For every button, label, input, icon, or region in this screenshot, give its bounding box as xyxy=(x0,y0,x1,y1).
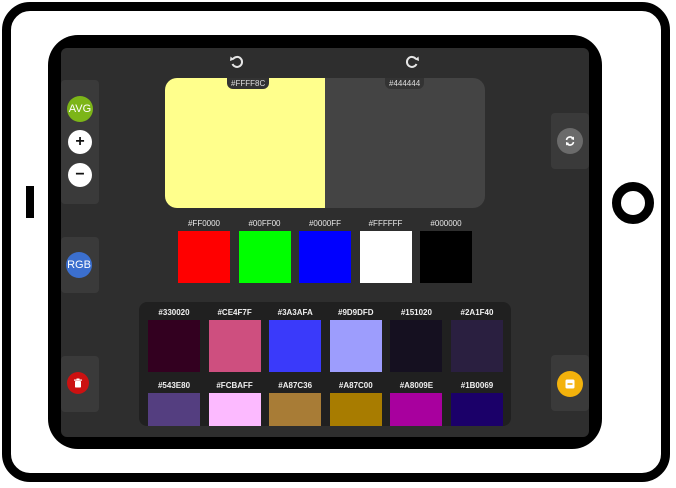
palette-swatch[interactable] xyxy=(208,320,261,372)
zoom-panel: AVG + − xyxy=(61,80,99,204)
mode-panel: RGB xyxy=(61,237,99,293)
primary-swatch[interactable] xyxy=(178,231,230,283)
minus-square-icon xyxy=(565,379,575,389)
refresh-icon xyxy=(565,136,575,146)
minus-button[interactable]: − xyxy=(68,163,92,187)
primary-swatch-label: #000000 xyxy=(430,219,462,228)
palette-swatch-label: #2A1F40 xyxy=(460,308,494,317)
redo-icon[interactable] xyxy=(404,54,420,70)
palette-swatch-label: #FCBAFF xyxy=(216,381,253,390)
collapse-panel xyxy=(551,355,589,411)
palette-swatch-label: #330020 xyxy=(158,308,190,317)
palette-swatch-label: #1B0069 xyxy=(460,381,494,390)
trash-icon xyxy=(74,378,82,388)
undo-icon[interactable] xyxy=(229,54,245,70)
palette-swatch-label: #A87C36 xyxy=(278,381,313,390)
selected-color-hex: #FFFF8C xyxy=(227,78,270,89)
palette-swatch[interactable] xyxy=(329,393,382,426)
collapse-button[interactable] xyxy=(557,371,583,397)
palette-swatch-label: #3A3AFA xyxy=(277,308,313,317)
palette-swatch[interactable] xyxy=(269,393,322,426)
avg-button[interactable]: AVG xyxy=(67,96,93,122)
palette-swatch-label: #A87C00 xyxy=(338,381,373,390)
selected-color[interactable] xyxy=(165,78,325,208)
swap-button[interactable] xyxy=(557,128,583,154)
palette-swatch[interactable] xyxy=(208,393,261,426)
palette-swatch[interactable] xyxy=(148,393,200,426)
primary-swatch[interactable] xyxy=(299,231,351,283)
palette-swatch-label: #543E80 xyxy=(157,381,191,390)
palette-swatch-label: #151020 xyxy=(400,308,432,317)
primary-swatch[interactable] xyxy=(420,231,472,283)
palette-swatch[interactable] xyxy=(148,320,200,372)
side-button xyxy=(26,186,34,218)
color-comparison: #FFFF8C #444444 xyxy=(165,78,485,208)
palette-swatch-label: #A8009E xyxy=(399,381,434,390)
palette-swatch[interactable] xyxy=(390,393,443,426)
swap-panel xyxy=(551,113,589,169)
palette-swatch[interactable] xyxy=(390,320,443,372)
primary-swatch-label: #00FF00 xyxy=(248,219,281,228)
primary-swatch-label: #FF0000 xyxy=(187,219,221,228)
clear-panel xyxy=(61,356,99,412)
palette-swatch[interactable] xyxy=(269,320,322,372)
palette-swatch[interactable] xyxy=(451,393,503,426)
background-color-hex: #444444 xyxy=(385,78,425,89)
background-color[interactable] xyxy=(325,78,485,208)
palette-swatch-label: #CE4F7F xyxy=(217,308,252,317)
clear-button[interactable] xyxy=(67,372,89,394)
palette-swatch-label: #9D9DFD xyxy=(338,308,374,317)
primary-swatch-label: #FFFFFF xyxy=(368,219,403,228)
palette-swatch[interactable] xyxy=(329,320,382,372)
primary-swatch[interactable] xyxy=(359,231,412,283)
palette-swatch[interactable] xyxy=(451,320,503,372)
palette-grid: #330020 #CE4F7F #3A3AFA #9D9DFD #151020 #2A1F… xyxy=(139,302,511,426)
rgb-button[interactable]: RGB xyxy=(66,252,92,278)
home-button xyxy=(612,182,654,224)
plus-button[interactable]: + xyxy=(68,130,92,154)
app-screen: AVG + − RGB #FFFF8C #444444 #FF0000 #00F… xyxy=(61,48,589,437)
primary-swatch-label: #0000FF xyxy=(308,219,342,228)
primary-swatch[interactable] xyxy=(238,231,291,283)
